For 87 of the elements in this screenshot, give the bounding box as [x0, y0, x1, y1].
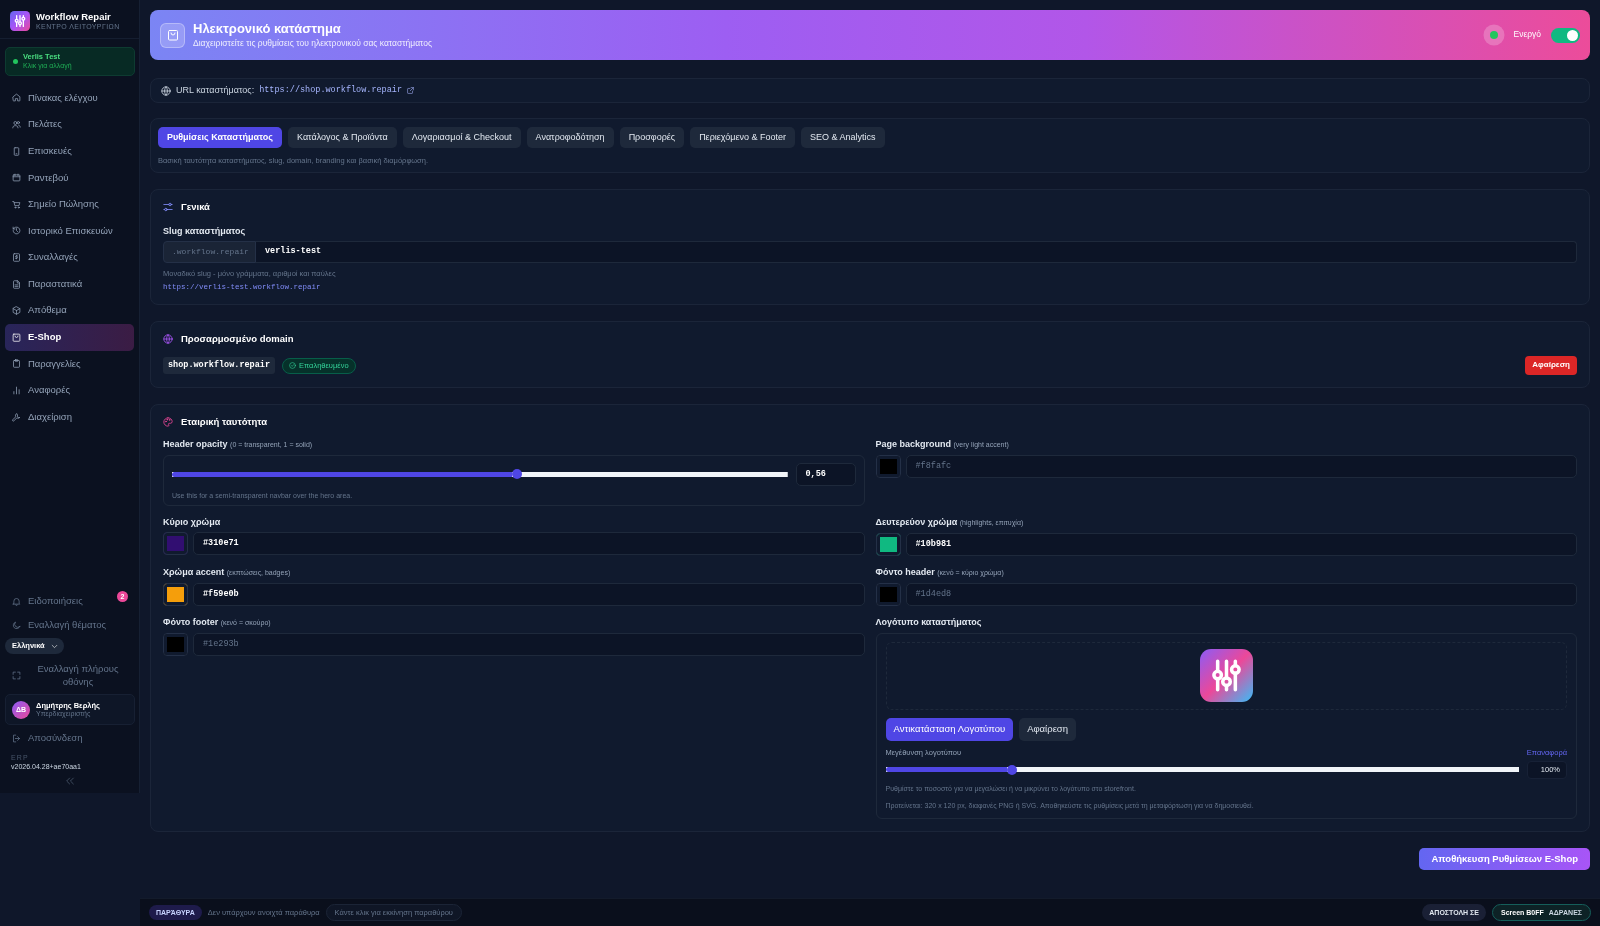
document-icon — [12, 279, 21, 289]
remove-logo-button[interactable]: Αφαίρεση — [1019, 717, 1076, 741]
sidebar-item[interactable]: Παραστατικά — [5, 270, 134, 298]
section-title: Γενικά — [181, 201, 210, 212]
tab[interactable]: Κατάλογος & Προϊόντα — [288, 127, 397, 148]
external-link-icon[interactable] — [407, 87, 414, 94]
save-button[interactable]: Αποθήκευση Ρυθμίσεων E-Shop — [1419, 847, 1590, 870]
tab[interactable]: Προσφορές — [619, 127, 685, 148]
page-title: Ηλεκτρονικό κατάστημα — [193, 21, 342, 38]
bell-icon — [12, 596, 21, 606]
swatch-icon[interactable] — [875, 454, 901, 478]
tab[interactable]: SEO & Analytics — [801, 127, 885, 148]
sidebar-item[interactable]: Συναλλαγές — [5, 244, 134, 271]
bar-chart-icon — [12, 385, 21, 395]
theme-toggle[interactable]: Εναλλαγή θέματος — [5, 613, 135, 637]
bag-icon — [160, 22, 185, 48]
field-label: Slug καταστήματος — [163, 224, 247, 237]
cart-icon — [12, 199, 21, 209]
tab[interactable]: Ρυθμίσεις Καταστήματος — [158, 127, 282, 148]
url-label: URL καταστήματος: — [176, 84, 255, 97]
sidebar-item[interactable]: Παραγγελίες — [5, 350, 134, 378]
sidebar-item[interactable]: Απόθεμα — [5, 297, 134, 324]
status-label: Ενεργό — [1513, 29, 1541, 41]
check-circle-icon — [289, 362, 297, 370]
swatch-icon[interactable] — [875, 532, 901, 556]
color-input[interactable]: #310e71 — [193, 531, 865, 555]
toggle-switch[interactable] — [1551, 27, 1580, 43]
replace-logo-button[interactable]: Αντικατάσταση Λογοτύπου — [885, 717, 1014, 741]
remove-domain-button[interactable]: Αφαίρεση — [1525, 356, 1577, 375]
color-input[interactable]: #f8fafc — [905, 454, 1577, 478]
tab[interactable]: Περιεχόμενο & Footer — [690, 127, 795, 148]
globe-icon — [161, 85, 171, 96]
logout-button[interactable]: Αποσύνδεση — [5, 726, 135, 750]
domain-suffix: .workflow.repair — [163, 240, 256, 263]
color-input[interactable]: #f59e0b — [193, 582, 865, 606]
sidebar-item[interactable]: Διαχείριση — [5, 403, 134, 431]
store-link[interactable]: https://shop.workflow.repair — [259, 84, 402, 96]
domain-name: shop.workflow.repair — [163, 357, 276, 375]
field-label: Κύριο χρώμα — [163, 515, 222, 528]
color-input[interactable]: #1d4ed8 — [905, 582, 1577, 606]
box-icon — [12, 306, 21, 316]
swatch-icon[interactable] — [163, 531, 188, 555]
section-title: Εταιρική ταυτότητα — [181, 416, 268, 427]
color-input[interactable]: #1e293b — [193, 632, 865, 656]
slug-input[interactable]: verlis-test — [256, 240, 1577, 263]
globe-icon — [163, 334, 173, 345]
sidebar-item[interactable]: Σημείο Πώλησης — [5, 191, 134, 218]
wrench-icon — [12, 412, 21, 422]
users-icon — [12, 120, 21, 129]
color-input[interactable]: #10b981 — [905, 532, 1577, 556]
bag-icon — [12, 332, 21, 342]
fullscreen-icon — [12, 670, 21, 680]
field-label: Λογότυπο καταστήματος — [875, 615, 983, 628]
fullscreen-toggle[interactable]: Εναλλαγή πλήρους οθόνης — [5, 659, 135, 691]
calendar-icon — [12, 173, 21, 183]
section-title: Προσαρμοσμένο domain — [181, 334, 294, 345]
app-title: Workflow Repair — [36, 11, 112, 23]
home-icon — [12, 93, 21, 103]
sidebar-item[interactable]: Επισκευές — [5, 137, 134, 165]
swatch-icon[interactable] — [875, 582, 901, 606]
status-dot-icon — [1483, 24, 1506, 46]
status-dot-icon — [13, 59, 18, 65]
logo-icon — [1199, 649, 1253, 703]
swatch-icon[interactable] — [163, 632, 188, 656]
tab[interactable]: Λογαριασμοί & Checkout — [402, 127, 521, 148]
history-icon — [12, 226, 21, 236]
palette-icon — [163, 416, 173, 427]
sidebar-item[interactable]: Αναφορές — [5, 377, 134, 404]
slider-handle[interactable] — [1007, 764, 1018, 775]
value-field[interactable]: 0,56 — [795, 462, 856, 486]
smartphone-icon — [12, 146, 21, 156]
sidebar-item[interactable]: Ραντεβού — [5, 164, 134, 191]
tab[interactable]: Ανατροφοδότηση — [526, 127, 614, 148]
logo-icon — [10, 11, 30, 32]
page-subtitle: Διαχειριστείτε τις ρυθμίσεις του ηλεκτρονικού σας καταστήματος — [193, 37, 433, 49]
moon-icon — [12, 620, 21, 630]
sidebar-item[interactable]: Ιστορικό Επισκευών — [5, 217, 134, 245]
logout-icon — [12, 733, 21, 743]
clipboard-icon — [12, 359, 21, 369]
sliders-icon — [163, 201, 173, 212]
chevron-down-icon — [50, 642, 58, 650]
sidebar-item[interactable]: Πελάτες — [5, 111, 134, 138]
slider-handle[interactable] — [511, 469, 522, 480]
sidebar-item[interactable]: Πίνακας ελέγχου — [5, 84, 134, 112]
sidebar-item[interactable]: E-Shop — [5, 323, 134, 351]
swatch-icon[interactable] — [163, 582, 188, 606]
receipt-icon — [12, 252, 21, 262]
